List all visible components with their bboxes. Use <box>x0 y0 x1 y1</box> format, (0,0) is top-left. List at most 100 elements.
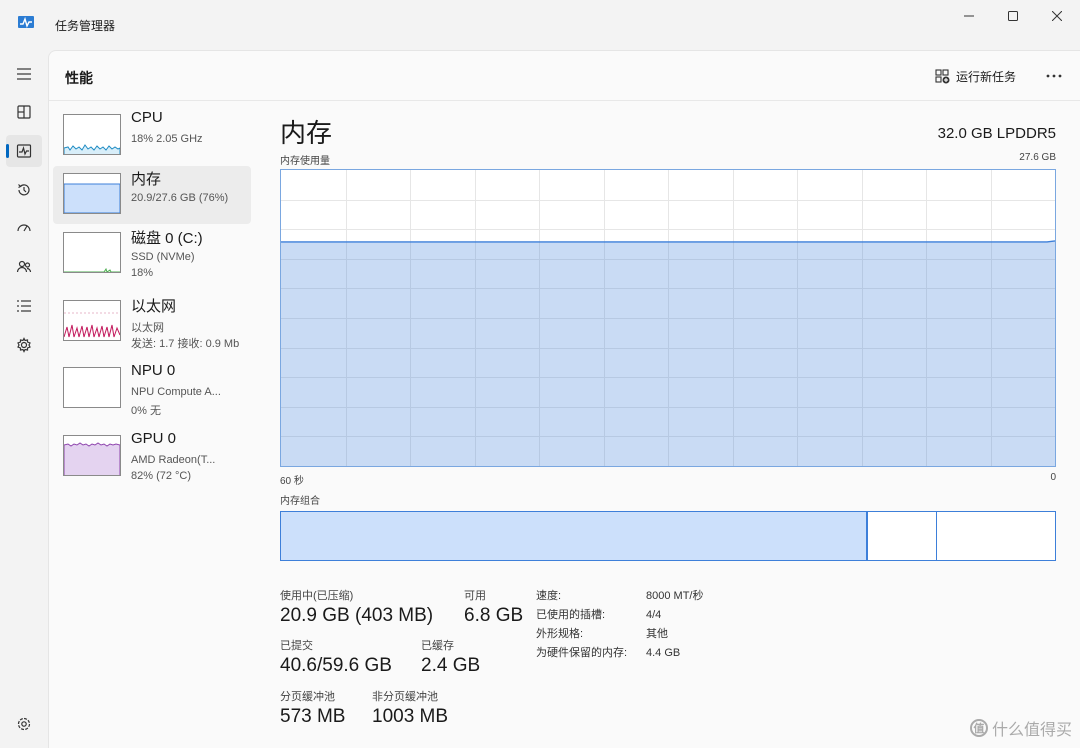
axis-right-label: 0 <box>1050 472 1056 483</box>
stat-value: 40.6/59.6 GB <box>280 655 392 676</box>
stat-value: 2.4 GB <box>421 655 481 676</box>
performance-icon <box>16 144 32 158</box>
minimize-button[interactable] <box>946 0 992 32</box>
more-icon <box>1046 74 1062 78</box>
memory-usage-svg <box>281 170 1056 466</box>
detail-value: 4.4 GB <box>646 647 681 659</box>
stat-label: 已缓存 <box>421 640 454 652</box>
close-icon <box>1052 11 1062 21</box>
startup-icon <box>17 224 31 232</box>
run-new-task-button[interactable]: 运行新任务 <box>935 66 1016 86</box>
resource-subtext: 20.9/27.6 GB (76%) <box>131 192 229 204</box>
stat-value: 1003 MB <box>372 706 449 727</box>
details-icon <box>17 300 31 312</box>
stat-label: 分页缓冲池 <box>280 691 335 703</box>
resource-subtext: SSD (NVMe) <box>131 251 195 263</box>
nav-item-performance[interactable] <box>6 135 42 167</box>
hamburger-icon <box>17 68 31 80</box>
gpu-mini-graph <box>64 442 120 475</box>
memory-spec: 32.0 GB LPDDR5 <box>937 125 1056 142</box>
services-icon <box>17 337 31 353</box>
stat-label: 非分页缓冲池 <box>372 691 438 703</box>
resource-subtext: 以太网 <box>131 322 164 334</box>
resource-subtext: NPU Compute A... <box>131 386 221 398</box>
cpu-mini-graph <box>64 144 120 154</box>
ethernet-mini-graph <box>64 324 120 338</box>
resource-item-disk[interactable]: 磁盘 0 (C:) SSD (NVMe) 18% <box>53 225 251 283</box>
resource-subtext: AMD Radeon(T... <box>131 454 216 466</box>
resource-item-ethernet[interactable]: 以太网 以太网 发送: 1.7 接收: 0.9 Mb <box>53 293 251 351</box>
resource-name: 内存 <box>131 171 162 188</box>
task-manager-icon <box>18 16 34 28</box>
resource-item-gpu[interactable]: GPU 0 AMD Radeon(T... 82% (72 °C) <box>53 428 251 486</box>
run-task-icon <box>935 68 950 83</box>
resource-item-npu[interactable]: NPU 0 NPU Compute A... 0% 无 <box>53 360 251 418</box>
memory-mini-fill <box>64 183 120 213</box>
processes-icon <box>17 105 31 119</box>
stat-label: 可用 <box>464 590 486 602</box>
settings-icon <box>17 717 31 731</box>
stat-nonpaged-pool: 非分页缓冲池 1003 MB <box>372 688 448 728</box>
nav-rail <box>0 50 48 748</box>
memory-usage-graph <box>280 169 1056 467</box>
memory-composition-bar <box>280 511 1056 561</box>
users-icon <box>16 260 32 273</box>
window-title: 任务管理器 <box>55 19 116 33</box>
stat-in-use: 使用中(已压缩) 20.9 GB (403 MB) <box>280 587 433 627</box>
gpu-thumbnail <box>63 435 121 476</box>
nav-item-processes[interactable] <box>6 96 42 128</box>
resource-list: CPU 18% 2.05 GHz 内存 20.9/27.6 GB (76%) 磁… <box>49 101 259 748</box>
cpu-thumbnail <box>63 114 121 155</box>
resource-name: 以太网 <box>131 298 177 315</box>
detail-reserved: 为硬件保留的内存: 4.4 GB <box>536 644 680 660</box>
nav-item-startup[interactable] <box>6 212 42 244</box>
page-title: 性能 <box>65 70 93 86</box>
stat-value: 6.8 GB <box>464 605 524 626</box>
usage-max: 27.6 GB <box>1019 152 1056 163</box>
header-bar: 性能 运行新任务 <box>49 51 1080 101</box>
detail-key: 外形规格: <box>536 628 584 640</box>
stat-label: 使用中(已压缩) <box>280 590 354 602</box>
stat-value: 20.9 GB (403 MB) <box>280 605 434 626</box>
nav-item-users[interactable] <box>6 251 42 283</box>
disk-thumbnail <box>63 232 121 273</box>
memory-title: 内存 <box>280 118 333 148</box>
resource-name: CPU <box>131 109 163 126</box>
nav-item-app-history[interactable] <box>6 174 42 206</box>
nav-item-services[interactable] <box>6 329 42 361</box>
resource-subtext-2: 82% (72 °C) <box>131 470 192 482</box>
detail-key: 为硬件保留的内存: <box>536 647 628 659</box>
ethernet-thumbnail <box>63 300 121 341</box>
maximize-button[interactable] <box>990 0 1036 32</box>
watermark: 值 什么值得买 <box>969 716 1072 740</box>
stat-paged-pool: 分页缓冲池 573 MB <box>280 688 345 728</box>
resource-subtext-2: 18% <box>131 267 154 279</box>
hamburger-menu-button[interactable] <box>6 58 42 90</box>
axis-left-label: 60 秒 <box>280 476 304 487</box>
resource-item-memory[interactable]: 内存 20.9/27.6 GB (76%) <box>53 166 251 224</box>
nav-item-details[interactable] <box>6 290 42 322</box>
detail-key: 速度: <box>536 590 562 602</box>
resource-subtext-2: 发送: 1.7 接收: 0.9 Mb <box>131 338 240 350</box>
usage-area <box>281 240 1055 466</box>
stat-label: 已提交 <box>280 640 313 652</box>
composition-label: 内存组合 <box>280 496 320 507</box>
nav-item-settings[interactable] <box>6 708 42 740</box>
resource-subtext-2: 0% 无 <box>131 405 161 417</box>
memory-panel: 内存 32.0 GB LPDDR5 内存使用量 27.6 GB 60 秒 0 内… <box>279 101 1059 748</box>
more-options-button[interactable] <box>1039 63 1069 89</box>
detail-value: 8000 MT/秒 <box>646 590 704 602</box>
resource-item-cpu[interactable]: CPU 18% 2.05 GHz <box>53 107 251 165</box>
detail-key: 已使用的插槽: <box>536 609 606 621</box>
composition-in-use <box>281 512 868 560</box>
resource-subtext: 18% 2.05 GHz <box>131 133 203 145</box>
maximize-icon <box>1008 11 1018 21</box>
watermark-logo: 值 <box>969 719 988 737</box>
detail-form-factor: 外形规格: 其他 <box>536 625 668 641</box>
stat-cached: 已缓存 2.4 GB <box>421 637 480 677</box>
title-bar: 任务管理器 <box>0 0 1080 50</box>
close-button[interactable] <box>1034 0 1080 32</box>
resource-name: 磁盘 0 (C:) <box>131 230 203 247</box>
detail-speed: 速度: 8000 MT/秒 <box>536 587 703 603</box>
run-new-task-label: 运行新任务 <box>956 69 1017 84</box>
